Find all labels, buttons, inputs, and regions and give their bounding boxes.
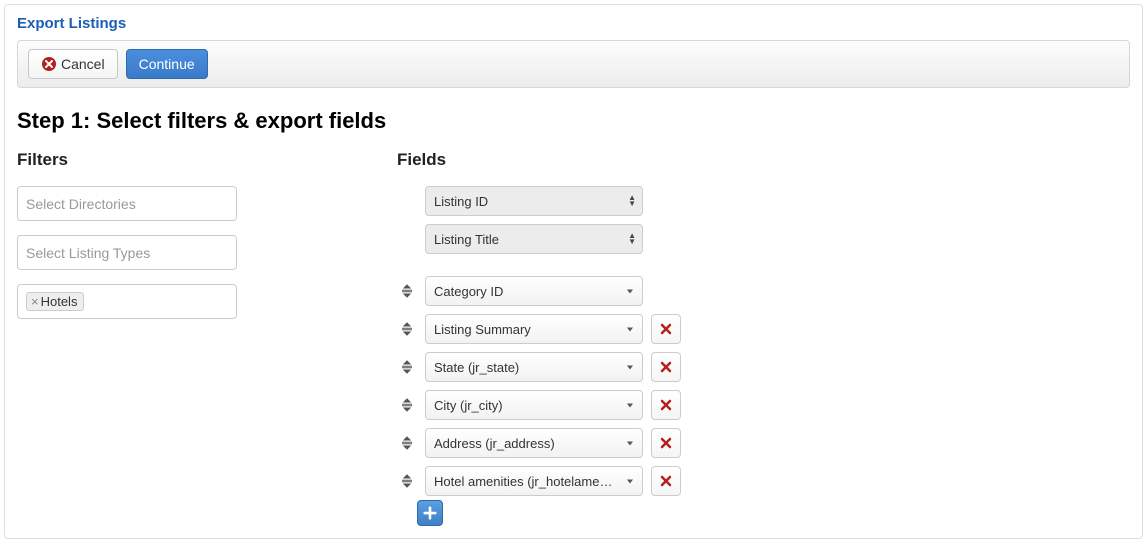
- page-title: Export Listings: [17, 15, 1130, 32]
- field-row: State (jr_state): [397, 352, 1130, 382]
- drag-handle-icon[interactable]: [400, 322, 414, 336]
- drag-handle-icon[interactable]: [400, 360, 414, 374]
- fields-list: Listing ID▲▼Listing Title▲▼Category IDLi…: [397, 186, 1130, 496]
- field-row: Listing Summary: [397, 314, 1130, 344]
- drag-handle-icon[interactable]: [400, 398, 414, 412]
- remove-field-button[interactable]: [651, 428, 681, 458]
- continue-button-label: Continue: [139, 54, 195, 74]
- field-select[interactable]: Category ID: [425, 276, 643, 306]
- x-icon: [660, 323, 672, 335]
- field-row: Address (jr_address): [397, 428, 1130, 458]
- caret-down-icon: [626, 360, 634, 375]
- field-row: City (jr_city): [397, 390, 1130, 420]
- field-select-label: Hotel amenities (jr_hotelameni…: [434, 474, 634, 489]
- x-icon: [660, 437, 672, 449]
- field-select-label: Listing ID: [434, 194, 634, 209]
- field-select-label: Listing Summary: [434, 322, 634, 337]
- remove-field-button[interactable]: [651, 466, 681, 496]
- remove-field-button[interactable]: [651, 352, 681, 382]
- categories-select[interactable]: ×Hotels: [17, 284, 237, 319]
- remove-field-button[interactable]: [651, 390, 681, 420]
- fields-heading: Fields: [397, 150, 1130, 170]
- field-select[interactable]: State (jr_state): [425, 352, 643, 382]
- filter-tag-label: Hotels: [41, 294, 78, 309]
- x-icon: [660, 475, 672, 487]
- field-row: Category ID: [397, 276, 1130, 306]
- updown-icon: ▲▼: [628, 233, 636, 245]
- step-heading: Step 1: Select filters & export fields: [17, 108, 1130, 134]
- listing-types-select[interactable]: Select Listing Types: [17, 235, 237, 270]
- field-select-label: City (jr_city): [434, 398, 634, 413]
- cancel-button[interactable]: Cancel: [28, 49, 118, 79]
- field-select[interactable]: Hotel amenities (jr_hotelameni…: [425, 466, 643, 496]
- field-select-label: Address (jr_address): [434, 436, 634, 451]
- caret-down-icon: [626, 436, 634, 451]
- cancel-icon: [41, 56, 57, 72]
- drag-handle-icon[interactable]: [400, 474, 414, 488]
- field-select-label: Category ID: [434, 284, 634, 299]
- updown-icon: ▲▼: [628, 195, 636, 207]
- field-select-label: Listing Title: [434, 232, 634, 247]
- remove-tag-icon[interactable]: ×: [31, 295, 39, 308]
- caret-down-icon: [626, 474, 634, 489]
- filter-tag[interactable]: ×Hotels: [26, 292, 84, 311]
- field-select-label: State (jr_state): [434, 360, 634, 375]
- directories-placeholder: Select Directories: [26, 196, 136, 212]
- field-row: Listing Title▲▼: [397, 224, 1130, 254]
- field-select[interactable]: Listing Title▲▼: [425, 224, 643, 254]
- caret-down-icon: [626, 398, 634, 413]
- directories-select[interactable]: Select Directories: [17, 186, 237, 221]
- listing-types-placeholder: Select Listing Types: [26, 245, 150, 261]
- field-row: Listing ID▲▼: [397, 186, 1130, 216]
- field-select[interactable]: Listing Summary: [425, 314, 643, 344]
- export-listings-panel: Export Listings Cancel Continue Step 1: …: [4, 4, 1143, 539]
- filters-column: Filters Select Directories Select Listin…: [17, 150, 397, 526]
- field-select[interactable]: City (jr_city): [425, 390, 643, 420]
- toolbar: Cancel Continue: [17, 40, 1130, 88]
- field-row: Hotel amenities (jr_hotelameni…: [397, 466, 1130, 496]
- plus-icon: [423, 506, 437, 520]
- drag-handle-icon[interactable]: [400, 436, 414, 450]
- cancel-button-label: Cancel: [61, 54, 105, 74]
- x-icon: [660, 361, 672, 373]
- fields-column: Fields Listing ID▲▼Listing Title▲▼Catego…: [397, 150, 1130, 526]
- remove-field-button[interactable]: [651, 314, 681, 344]
- caret-down-icon: [626, 322, 634, 337]
- add-field-button[interactable]: [417, 500, 443, 526]
- filters-heading: Filters: [17, 150, 397, 170]
- continue-button[interactable]: Continue: [126, 49, 208, 79]
- field-select[interactable]: Listing ID▲▼: [425, 186, 643, 216]
- caret-down-icon: [626, 284, 634, 299]
- x-icon: [660, 399, 672, 411]
- field-select[interactable]: Address (jr_address): [425, 428, 643, 458]
- drag-handle-icon[interactable]: [400, 284, 414, 298]
